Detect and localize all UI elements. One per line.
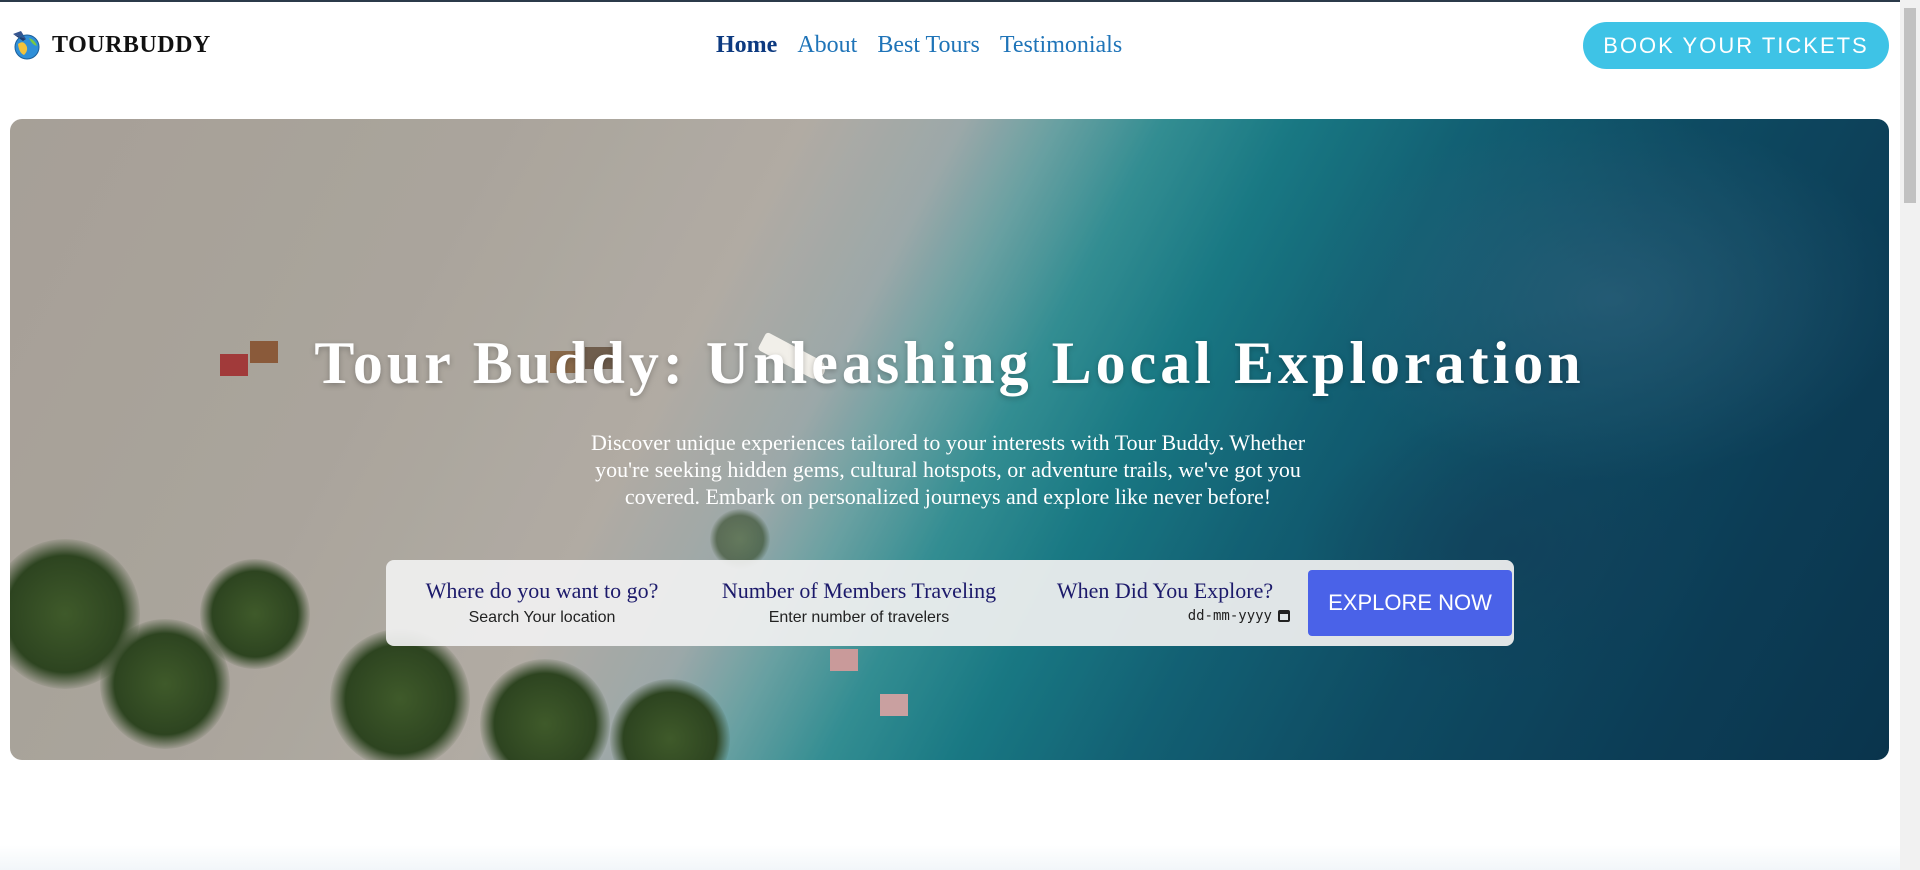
search-bar: Where do you want to go? Number of Membe… [386, 560, 1514, 646]
hero-section: Tour Buddy: Unleashing Local Exploration… [10, 119, 1889, 760]
palm-tree-decoration [200, 559, 310, 669]
nav-link-testimonials[interactable]: Testimonials [1000, 32, 1122, 59]
main-nav: Home About Best Tours Testimonials [716, 32, 1122, 59]
date-field: When Did You Explore? dd-mm-yyyy [1040, 578, 1290, 624]
page-scrollbar[interactable] [1900, 0, 1920, 870]
scrollbar-thumb[interactable] [1904, 8, 1916, 203]
site-header: TOURBUDDY Home About Best Tours Testimon… [0, 2, 1900, 90]
calendar-icon[interactable] [1278, 610, 1290, 622]
hero-title: Tour Buddy: Unleashing Local Exploration [314, 330, 1585, 397]
location-label: Where do you want to go? [425, 578, 659, 603]
palm-tree-decoration [480, 659, 610, 760]
next-section-edge [0, 845, 1900, 870]
palm-tree-decoration [610, 679, 730, 760]
explore-now-button[interactable]: EXPLORE NOW [1308, 570, 1512, 636]
members-input[interactable] [762, 608, 956, 628]
nav-link-about[interactable]: About [797, 32, 857, 59]
brand[interactable]: TOURBUDDY [10, 28, 211, 62]
location-input[interactable] [430, 608, 654, 628]
date-input[interactable]: dd-mm-yyyy [1040, 608, 1290, 624]
date-placeholder: dd-mm-yyyy [1187, 608, 1272, 624]
hero-description: Discover unique experiences tailored to … [590, 430, 1306, 509]
beach-hut-decoration [880, 694, 908, 716]
location-field: Where do you want to go? [386, 578, 698, 628]
date-label: When Did You Explore? [1056, 578, 1274, 603]
page: TOURBUDDY Home About Best Tours Testimon… [0, 0, 1920, 870]
members-field: Number of Members Traveling [698, 578, 1020, 628]
globe-airplane-icon [10, 28, 44, 62]
members-label: Number of Members Traveling [721, 578, 997, 603]
nav-link-home[interactable]: Home [716, 32, 777, 59]
nav-link-best-tours[interactable]: Best Tours [877, 32, 980, 59]
brand-name: TOURBUDDY [52, 31, 211, 58]
beach-hut-decoration [830, 649, 858, 671]
palm-tree-decoration [330, 629, 470, 760]
book-tickets-button[interactable]: BOOK YOUR TICKETS [1583, 22, 1889, 69]
